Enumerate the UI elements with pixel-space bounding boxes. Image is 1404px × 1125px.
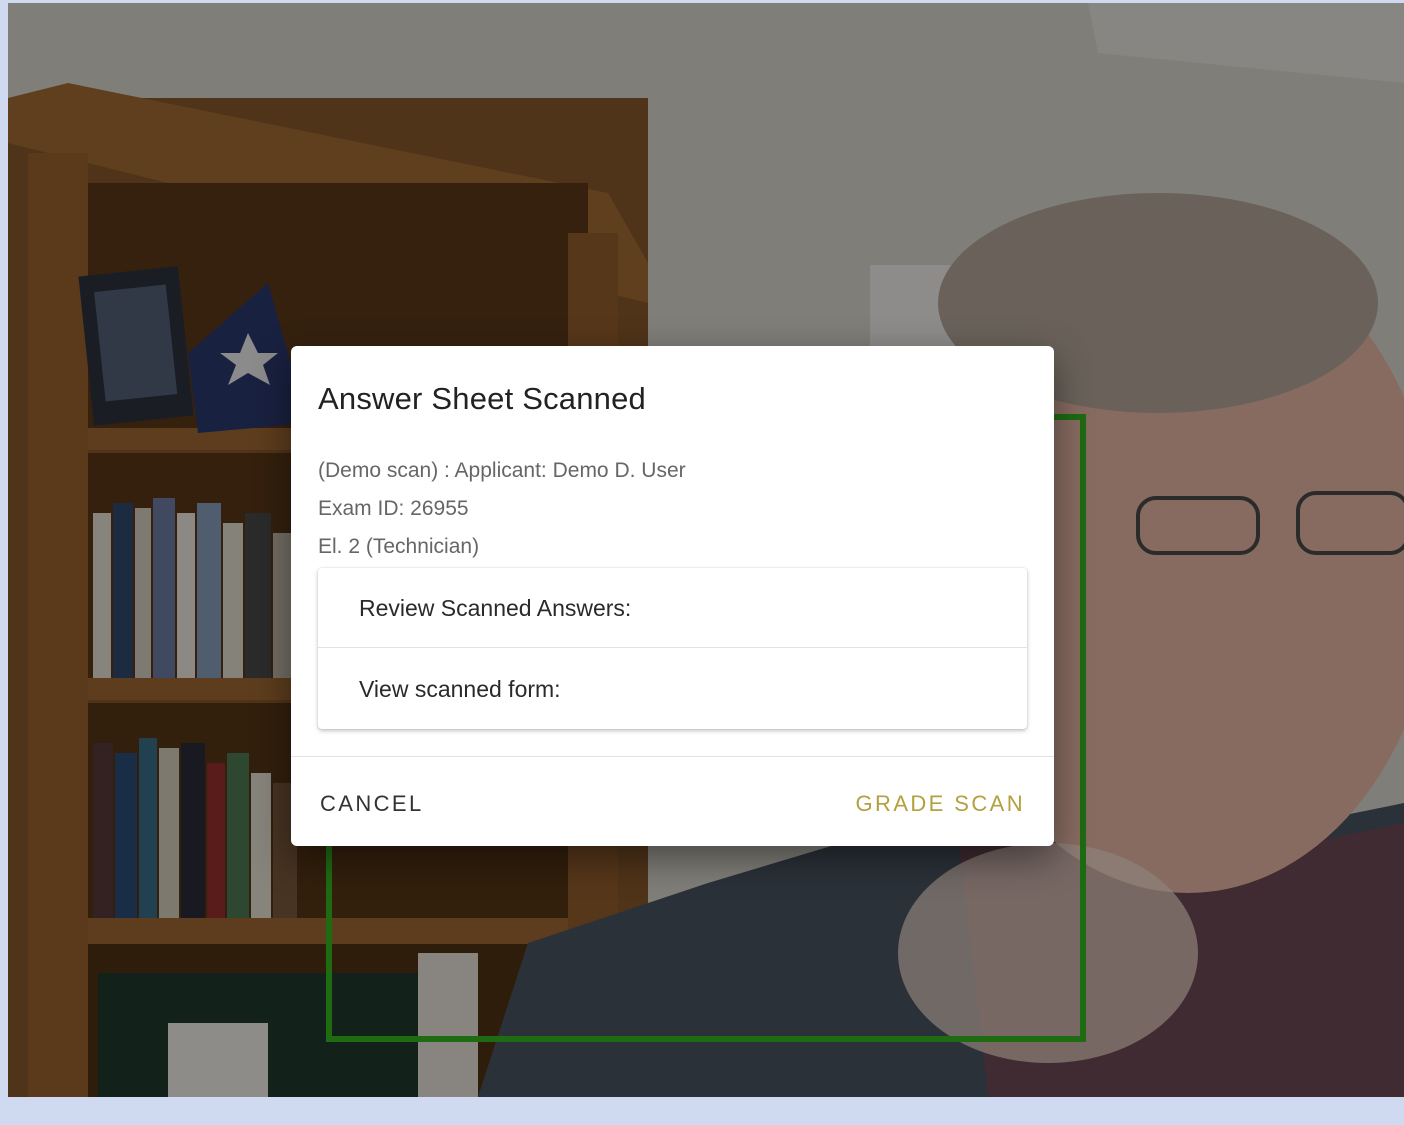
applicant-line: (Demo scan) : Applicant: Demo D. User	[318, 459, 686, 482]
dialog-actions-divider	[291, 756, 1054, 757]
scan-result-dialog: Answer Sheet Scanned (Demo scan) : Appli…	[291, 346, 1054, 846]
expansion-panel-list: Review Scanned Answers: View scanned for…	[318, 568, 1027, 729]
panel-label: Review Scanned Answers:	[359, 595, 632, 621]
grade-scan-button[interactable]: GRADE SCAN	[854, 778, 1027, 830]
review-scanned-answers-panel[interactable]: Review Scanned Answers:	[318, 568, 1027, 648]
panel-label: View scanned form:	[359, 676, 561, 702]
exam-element-line: El. 2 (Technician)	[318, 535, 480, 558]
dialog-title: Answer Sheet Scanned	[318, 381, 646, 416]
cancel-button[interactable]: CANCEL	[318, 778, 426, 830]
exam-id-line: Exam ID: 26955	[318, 497, 469, 520]
view-scanned-form-panel[interactable]: View scanned form:	[318, 649, 1027, 729]
